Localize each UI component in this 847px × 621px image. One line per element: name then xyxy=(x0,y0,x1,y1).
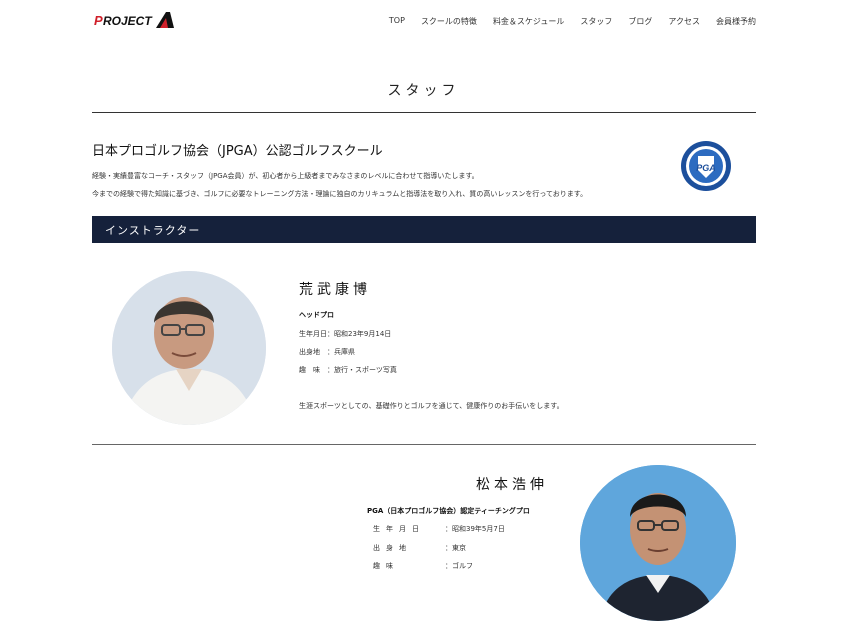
logo-text-p: P xyxy=(94,13,103,28)
site-header: P ROJECT TOP スクールの特徴 料金＆スケジュール スタッフ ブログ … xyxy=(0,0,847,44)
staff2-hobby-value: ：ゴルフ xyxy=(445,562,473,570)
staff-divider xyxy=(92,444,756,445)
staff2-role: PGA（日本プロゴルフ協会）認定ティーチングプロ xyxy=(367,507,530,515)
staff1-portrait xyxy=(112,271,266,425)
project-a-logo[interactable]: P ROJECT xyxy=(94,10,178,30)
logo-text-roject: ROJECT xyxy=(103,14,153,28)
intro-paragraph-1: 経験・実績豊富なコーチ・スタッフ（JPGA会員）が、初心者から上級者までみなさま… xyxy=(92,172,479,180)
nav-features[interactable]: スクールの特徴 xyxy=(421,16,477,27)
staff2-origin: 出身地 ：東京 xyxy=(373,543,466,553)
staff1-hobby: 趣 味 ：旅行・スポーツ写真 xyxy=(299,366,397,374)
staff1-birthdate: 生年月日：昭和23年9月14日 xyxy=(299,330,392,338)
jpga-badge-logo: PGA xyxy=(681,141,731,191)
intro-paragraph-2: 今までの経験で得た知識に基づき、ゴルフに必要なトレーニング方法・理論に独自のカリ… xyxy=(92,190,588,198)
staff2-birthdate-label: 生年月日 xyxy=(373,525,425,533)
main-nav: TOP スクールの特徴 料金＆スケジュール スタッフ ブログ アクセス 会員様予… xyxy=(373,16,756,27)
nav-top[interactable]: TOP xyxy=(389,16,405,27)
nav-pricing[interactable]: 料金＆スケジュール xyxy=(493,16,564,27)
staff1-photo xyxy=(112,271,266,425)
nav-member-booking[interactable]: 会員様予約 xyxy=(716,16,756,27)
title-divider xyxy=(92,112,756,113)
staff1-origin: 出身地 ：兵庫県 xyxy=(299,348,355,356)
staff2-portrait xyxy=(580,465,736,621)
staff2-birthdate: 生年月日 ：昭和39年5月7日 xyxy=(373,524,505,534)
staff2-photo xyxy=(580,465,736,621)
page-title: スタッフ xyxy=(387,83,460,99)
staff2-hobby: 趣味 ：ゴルフ xyxy=(373,561,473,571)
nav-access[interactable]: アクセス xyxy=(668,16,700,27)
staff2-name: 松本浩伸 xyxy=(476,477,548,493)
staff1-name: 荒武康博 xyxy=(299,282,371,298)
staff2-origin-value: ：東京 xyxy=(445,544,466,552)
staff2-birthdate-value: ：昭和39年5月7日 xyxy=(445,525,505,533)
nav-staff[interactable]: スタッフ xyxy=(580,16,612,27)
intro-heading: 日本プロゴルフ協会（JPGA）公認ゴルフスクール xyxy=(92,144,383,159)
staff1-description: 生涯スポーツとしての、基礎作りとゴルフを通じて、健康作りのお手伝いをします。 xyxy=(299,402,564,410)
nav-blog[interactable]: ブログ xyxy=(628,16,652,27)
staff2-hobby-label: 趣味 xyxy=(373,562,399,570)
pga-badge-text: PGA xyxy=(696,163,716,173)
instructor-section-label: インストラクター xyxy=(105,224,201,237)
staff2-origin-label: 出身地 xyxy=(373,544,412,552)
instructor-section-header: インストラクター xyxy=(92,216,756,243)
staff1-role: ヘッドプロ xyxy=(299,311,334,319)
